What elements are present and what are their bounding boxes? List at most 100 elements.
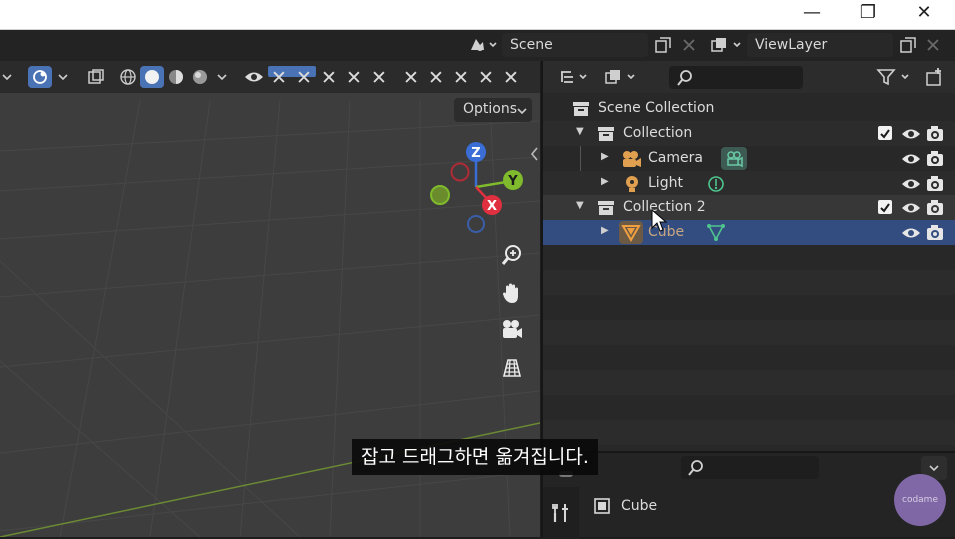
wireframe-shading-button[interactable] xyxy=(116,66,140,88)
restriction-x-icon[interactable]: ✕ xyxy=(452,67,470,89)
camera-object-icon xyxy=(623,151,641,167)
render-layers-icon xyxy=(711,38,741,52)
close-icon: ✕ xyxy=(916,2,932,23)
xray-toggle[interactable] xyxy=(84,66,108,88)
close-window-button[interactable]: ✕ xyxy=(896,0,952,28)
visibility-toggle[interactable] xyxy=(242,66,266,88)
maximize-button[interactable]: ❐ xyxy=(840,0,896,28)
outliner-row-scene-collection[interactable]: Scene Collection xyxy=(543,96,955,121)
gizmo-x-label: X xyxy=(487,199,497,214)
channel-watermark: codame xyxy=(894,474,946,526)
minimize-button[interactable]: — xyxy=(784,0,840,28)
restriction-x-icon[interactable]: ✕ xyxy=(370,67,388,89)
restriction-x-icon[interactable]: ✕ xyxy=(477,67,495,89)
filter-dropdown[interactable] xyxy=(875,65,915,89)
display-mode-dropdown[interactable] xyxy=(557,65,593,89)
editor-type-dropdown[interactable] xyxy=(0,66,14,88)
x-icon xyxy=(683,39,695,51)
outliner-search-input[interactable] xyxy=(669,66,803,89)
mesh-data-icon[interactable] xyxy=(706,222,726,242)
render-camera-icon[interactable] xyxy=(926,199,944,217)
outliner-empty-row xyxy=(543,420,955,445)
new-scene-button[interactable] xyxy=(651,33,675,57)
checkmark-icon xyxy=(880,203,890,213)
camera-data-icon[interactable] xyxy=(721,147,747,170)
wireframe-sphere-icon xyxy=(120,69,136,85)
camera-data-glyph xyxy=(727,151,743,168)
expand-triangle-icon[interactable]: ▼ xyxy=(576,200,584,211)
restriction-x-icon[interactable]: ✕ xyxy=(320,67,338,89)
x-icon xyxy=(927,39,939,51)
zoom-in-icon xyxy=(501,245,521,265)
mesh-triangle-icon xyxy=(621,225,641,243)
outliner-row-camera[interactable]: ▶ Camera xyxy=(543,146,955,196)
restriction-x-icon[interactable]: ✕ xyxy=(270,67,288,89)
expand-triangle-icon[interactable]: ▶ xyxy=(601,225,609,236)
light-object-icon xyxy=(626,176,638,192)
camera-view-button[interactable] xyxy=(497,315,527,345)
orthographic-toggle-button[interactable] xyxy=(497,353,527,383)
gizmo-dropdown[interactable] xyxy=(54,66,72,88)
properties-panel: Cube xyxy=(541,451,955,539)
outliner-empty-row xyxy=(543,270,955,295)
grid-perspective-icon xyxy=(502,359,522,377)
checkmark-icon xyxy=(880,129,890,139)
zoom-button[interactable] xyxy=(497,240,527,270)
restore-icon: ❐ xyxy=(859,2,877,23)
scene-selector-button[interactable] xyxy=(466,33,500,57)
render-camera-icon[interactable] xyxy=(926,224,944,242)
eye-icon[interactable] xyxy=(901,152,921,166)
exclude-checkbox[interactable] xyxy=(878,200,892,214)
outliner-row-cube[interactable]: ▶ Cube xyxy=(543,220,955,245)
eye-icon[interactable] xyxy=(901,127,921,141)
material-preview-button[interactable] xyxy=(164,66,188,88)
view-layer-selector-button[interactable] xyxy=(709,33,745,57)
render-camera-icon[interactable] xyxy=(926,125,944,143)
restriction-x-icon[interactable]: ✕ xyxy=(427,67,445,89)
outliner-row-collection-2[interactable]: ▼ Collection 2 xyxy=(543,195,955,220)
navigation-gizmo[interactable]: Z Y X xyxy=(424,139,534,239)
eye-icon[interactable] xyxy=(901,226,921,240)
new-view-layer-button[interactable] xyxy=(896,33,920,57)
shading-dropdown[interactable] xyxy=(213,66,231,88)
eye-icon[interactable] xyxy=(901,201,921,215)
outliner-row-light[interactable]: ▶ Light xyxy=(543,171,955,196)
expand-triangle-icon[interactable]: ▶ xyxy=(601,151,609,162)
restriction-x-icon[interactable]: ✕ xyxy=(295,67,313,89)
restriction-x-icon[interactable]: ✕ xyxy=(402,67,420,89)
exclude-checkbox[interactable] xyxy=(878,126,892,140)
hand-icon xyxy=(503,283,518,303)
gizmo-y-label: Y xyxy=(507,174,518,189)
filter-view-dropdown[interactable] xyxy=(603,65,641,89)
pan-button[interactable] xyxy=(497,278,527,308)
render-camera-icon[interactable] xyxy=(926,150,944,168)
rendered-shading-button[interactable] xyxy=(188,66,212,88)
gizmo-z-label: Z xyxy=(471,146,480,161)
options-button[interactable]: Options xyxy=(454,98,532,122)
view-layer-name-field[interactable]: ViewLayer xyxy=(747,33,893,57)
expand-triangle-icon[interactable]: ▼ xyxy=(576,126,584,137)
restriction-x-icon[interactable]: ✕ xyxy=(345,67,363,89)
properties-search-input[interactable] xyxy=(681,456,819,479)
scene-name-field[interactable]: Scene xyxy=(502,33,648,57)
expand-triangle-icon[interactable]: ▶ xyxy=(601,176,609,187)
mesh-object-icon xyxy=(619,221,643,244)
solid-shading-button[interactable] xyxy=(140,66,164,88)
new-collection-button[interactable] xyxy=(923,65,947,89)
tool-wrench-icon xyxy=(552,504,568,522)
restriction-x-icon[interactable]: ✕ xyxy=(502,67,520,89)
duplicate-icon xyxy=(655,37,671,53)
light-data-icon[interactable] xyxy=(706,174,726,194)
chevron-down-icon xyxy=(217,74,227,81)
outliner-row-collection[interactable]: ▼ Collection xyxy=(543,121,955,146)
tool-tab[interactable] xyxy=(549,501,573,525)
render-camera-icon[interactable] xyxy=(926,175,944,193)
delete-view-layer-button[interactable] xyxy=(921,33,945,57)
outliner-header xyxy=(543,61,955,93)
search-icon xyxy=(677,70,692,86)
gizmo-toggle[interactable] xyxy=(28,66,52,88)
delete-scene-button[interactable] xyxy=(677,33,701,57)
outliner-empty-row xyxy=(543,320,955,345)
eye-icon[interactable] xyxy=(901,177,921,191)
top-bar: Scene ViewLayer xyxy=(0,30,955,61)
